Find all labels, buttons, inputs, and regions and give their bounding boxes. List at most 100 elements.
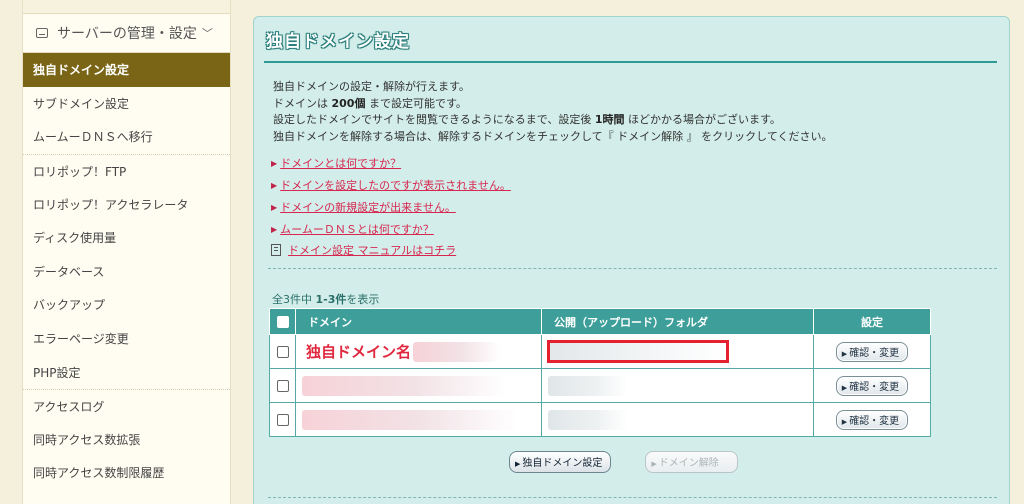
document-icon xyxy=(271,244,281,256)
domain-name: 独自ドメイン名 xyxy=(306,343,412,361)
sidebar-item-label: データベース xyxy=(33,264,105,279)
settings-cell: ▶ 確認・変更 xyxy=(813,334,931,369)
sidebar-item-ftp[interactable]: ロリポップ！FTP xyxy=(23,153,230,188)
description-line: 設定したドメインでサイトを閲覧できるようになるまで、設定後 1時間 ほどかかる場… xyxy=(273,112,833,129)
help-link-muumuu-dns[interactable]: ムームーＤＮＳとは何ですか？ xyxy=(280,221,434,237)
sidebar-item-label: PHP設定 xyxy=(33,365,81,380)
sidebar-item-disk-usage[interactable]: ディスク使用量 xyxy=(23,221,230,255)
action-buttons: ▶ 独自ドメイン設定 ▶ ドメイン解除 xyxy=(509,451,738,473)
sidebar-item-label: 同時アクセス数制限履歴 xyxy=(33,466,165,481)
sidebar-item-concurrent-access-expand[interactable]: 同時アクセス数拡張 xyxy=(23,423,230,457)
table-header-row: ドメイン 公開（アップロード）フォルダ 設定 xyxy=(269,308,931,335)
help-link-row: ▶ ドメインを設定したのですが表示されません。 xyxy=(271,174,511,196)
play-icon: ▶ xyxy=(841,349,848,358)
confirm-change-button[interactable]: ▶ 確認・変更 xyxy=(835,375,909,396)
count-text: 全3件中 xyxy=(272,293,316,306)
help-link-row: ▶ ムームーＤＮＳとは何ですか？ xyxy=(271,218,511,240)
redacted-folder xyxy=(548,375,628,396)
sidebar: サーバーの管理・設定 ﹀ 独自ドメイン設定 サブドメイン設定 ムームーＤＮＳへ移… xyxy=(22,0,231,504)
play-icon: ▶ xyxy=(841,417,848,426)
row-select-cell xyxy=(269,402,296,437)
row-checkbox[interactable] xyxy=(276,414,289,426)
sidebar-item-access-log[interactable]: アクセスログ xyxy=(23,388,230,423)
button-label: ドメイン解除 xyxy=(658,458,719,469)
highlighted-folder xyxy=(547,340,729,363)
row-select-cell xyxy=(269,368,296,403)
button-label: 確認・変更 xyxy=(849,381,900,393)
arrow-icon: ▶ xyxy=(271,158,278,168)
domain-cell xyxy=(295,368,542,403)
folder-cell xyxy=(541,402,814,437)
redacted-folder xyxy=(548,409,628,430)
button-label: 確認・変更 xyxy=(849,415,900,427)
description-text: 設定したドメインでサイトを閲覧できるようになるまで、設定後 xyxy=(273,113,595,126)
redacted-domain xyxy=(302,409,517,430)
sidebar-item-error-page[interactable]: エラーページ変更 xyxy=(23,322,230,356)
add-domain-button[interactable]: ▶ 独自ドメイン設定 xyxy=(509,451,612,473)
arrow-icon: ▶ xyxy=(271,224,278,234)
sidebar-item-label: サブドメイン設定 xyxy=(33,96,130,111)
button-label: 独自ドメイン設定 xyxy=(522,458,603,469)
arrow-icon: ▶ xyxy=(271,180,278,190)
help-link-not-displayed[interactable]: ドメインを設定したのですが表示されません。 xyxy=(280,177,511,193)
sidebar-item-label: ディスク使用量 xyxy=(33,231,117,246)
sidebar-item-accelerator[interactable]: ロリポップ！アクセラレータ xyxy=(23,187,230,221)
help-link-cannot-add[interactable]: ドメインの新規設定が出来ません。 xyxy=(280,199,456,215)
domain-cell: 独自ドメイン名 xyxy=(295,334,542,369)
sidebar-item-label: エラーページ変更 xyxy=(33,332,129,347)
confirm-change-button[interactable]: ▶ 確認・変更 xyxy=(835,409,909,430)
sidebar-item-label: 独自ドメイン設定 xyxy=(33,63,130,78)
description-text: ほどかかる場合がございます。 xyxy=(624,113,781,126)
help-link-row: ▶ ドメインの新規設定が出来ません。 xyxy=(271,196,511,218)
folder-cell xyxy=(541,368,814,403)
domain-cell xyxy=(295,402,542,437)
sidebar-item-label: ロリポップ！FTP xyxy=(33,164,127,179)
confirm-change-button[interactable]: ▶ 確認・変更 xyxy=(835,341,909,362)
redacted-domain xyxy=(413,341,502,362)
arrow-icon: ▶ xyxy=(271,202,278,212)
description-text: ドメインは xyxy=(273,96,332,110)
header-folder: 公開（アップロード）フォルダ xyxy=(541,308,814,335)
sidebar-top-strip xyxy=(23,0,230,14)
count-text: を表示 xyxy=(346,293,380,306)
sidebar-item-custom-domain[interactable]: 独自ドメイン設定 xyxy=(23,53,230,87)
sidebar-item-subdomain[interactable]: サブドメイン設定 xyxy=(23,87,230,121)
description: 独自ドメインの設定・解除が行えます。 ドメインは 200個 まで設定可能です。 … xyxy=(273,79,833,145)
sidebar-item-label: バックアップ xyxy=(33,298,106,313)
domain-table: ドメイン 公開（アップロード）フォルダ 設定 独自ドメイン名 ▶ 確認・変更 ▶ 確… xyxy=(269,308,931,437)
remove-domain-button[interactable]: ▶ ドメイン解除 xyxy=(645,451,738,473)
select-all-checkbox[interactable] xyxy=(276,316,289,328)
sidebar-item-muumuu-dns[interactable]: ムームーＤＮＳへ移行 xyxy=(23,120,230,154)
description-text: まで設定可能です。 xyxy=(365,96,467,110)
manual-link[interactable]: ドメイン設定 マニュアルはコチラ xyxy=(288,242,456,258)
help-link-row: ▶ ドメインとは何ですか？ xyxy=(271,152,511,174)
settings-cell: ▶ 確認・変更 xyxy=(813,368,931,403)
sidebar-item-label: ロリポップ！アクセラレータ xyxy=(33,197,189,212)
sidebar-item-label: 同時アクセス数拡張 xyxy=(33,432,141,447)
bottom-divider xyxy=(268,497,997,498)
page-title: 独自ドメイン設定 xyxy=(266,32,410,52)
table-row: 独自ドメイン名 ▶ 確認・変更 xyxy=(269,334,931,369)
sidebar-item-php-settings[interactable]: PHP設定 xyxy=(23,355,230,389)
domain-settings-panel: 独自ドメイン設定 独自ドメインの設定・解除が行えます。 ドメインは 200個 ま… xyxy=(253,16,1010,504)
header-settings: 設定 xyxy=(813,308,931,335)
server-icon xyxy=(36,28,48,38)
sidebar-item-database[interactable]: データベース xyxy=(23,255,230,289)
settings-cell: ▶ 確認・変更 xyxy=(813,402,931,437)
row-checkbox[interactable] xyxy=(276,380,289,392)
wait-time-value: 1時間 xyxy=(594,113,625,126)
sidebar-item-concurrent-access-history[interactable]: 同時アクセス数制限履歴 xyxy=(23,456,230,490)
folder-cell xyxy=(541,334,814,369)
row-select-cell xyxy=(269,334,296,369)
play-icon: ▶ xyxy=(841,383,848,392)
row-checkbox[interactable] xyxy=(276,346,289,358)
help-link-what-is-domain[interactable]: ドメインとは何ですか？ xyxy=(280,155,401,171)
sidebar-item-label: ムームーＤＮＳへ移行 xyxy=(33,130,153,145)
header-domain: ドメイン xyxy=(295,308,542,335)
table-row: ▶ 確認・変更 xyxy=(269,368,931,403)
sidebar-item-backup[interactable]: バックアップ xyxy=(23,288,230,322)
sidebar-item-label: アクセスログ xyxy=(33,399,105,414)
sidebar-section-server-settings[interactable]: サーバーの管理・設定 ﹀ xyxy=(23,14,230,53)
table-row: ▶ 確認・変更 xyxy=(269,402,931,437)
chevron-down-icon: ﹀ xyxy=(201,27,213,40)
